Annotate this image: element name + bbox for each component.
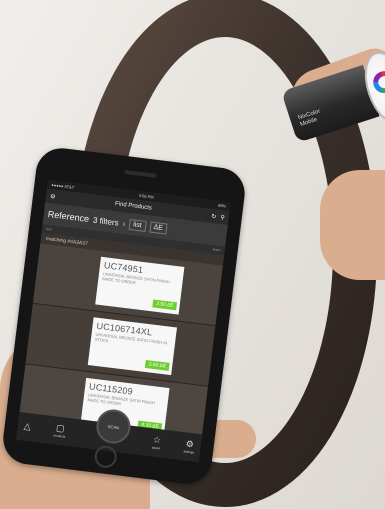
search-icon[interactable]: ⚲ [220, 214, 225, 221]
right-hand-lower [320, 170, 385, 280]
match-header[interactable]: Match [212, 247, 221, 252]
products-icon: ▢ [55, 422, 66, 434]
phone-screen: ●●●●● AT&T 3:58 PM 89% ⚙ Find Products ↻… [16, 179, 231, 463]
gear-icon[interactable]: ⚙ [50, 193, 56, 201]
battery-text: 89% [217, 202, 227, 209]
nav-label: saved [151, 445, 161, 451]
settings-icon: ⚙ [185, 438, 195, 450]
triangle-icon: △ [23, 420, 32, 432]
app-title: Find Products [114, 201, 153, 212]
filters-button[interactable]: 3 filters [93, 215, 120, 227]
nav-products[interactable]: ▢ products [53, 422, 66, 439]
match-badge: 3.60 ΔE [145, 360, 170, 371]
refresh-icon[interactable]: ↻ [211, 212, 217, 220]
sensor-label: NixColor Mobile [297, 109, 323, 129]
photo-scene: NixColor Mobile ●●●●● AT&T 3:58 PM 89% ⚙… [0, 0, 385, 509]
result-card[interactable]: UC106714XL UNIVERSAL BRONZE SATIN FINISH… [87, 317, 177, 376]
status-time: 3:58 PM [138, 192, 154, 200]
match-badge: 2.50 ΔE [152, 299, 178, 311]
nav-label: settings [183, 449, 195, 455]
smartphone: ●●●●● AT&T 3:58 PM 89% ⚙ Find Products ↻… [0, 145, 248, 487]
nav-saved[interactable]: ☆ saved [151, 434, 162, 451]
delta-e-button[interactable]: ΔE [148, 221, 168, 235]
list-button[interactable]: list [128, 218, 147, 232]
reference-label[interactable]: Reference [47, 209, 89, 224]
chevron-right-icon: › [122, 218, 126, 228]
star-icon: ☆ [152, 434, 162, 446]
result-card[interactable]: UC74951 UNIVERSAL BRONZE SATIN FINISH MA… [95, 256, 185, 315]
nav-settings[interactable]: ⚙ settings [183, 438, 195, 455]
nav-label: products [53, 433, 66, 439]
sort-header[interactable]: Sort [46, 227, 52, 232]
nav-home[interactable]: △ [23, 420, 32, 433]
